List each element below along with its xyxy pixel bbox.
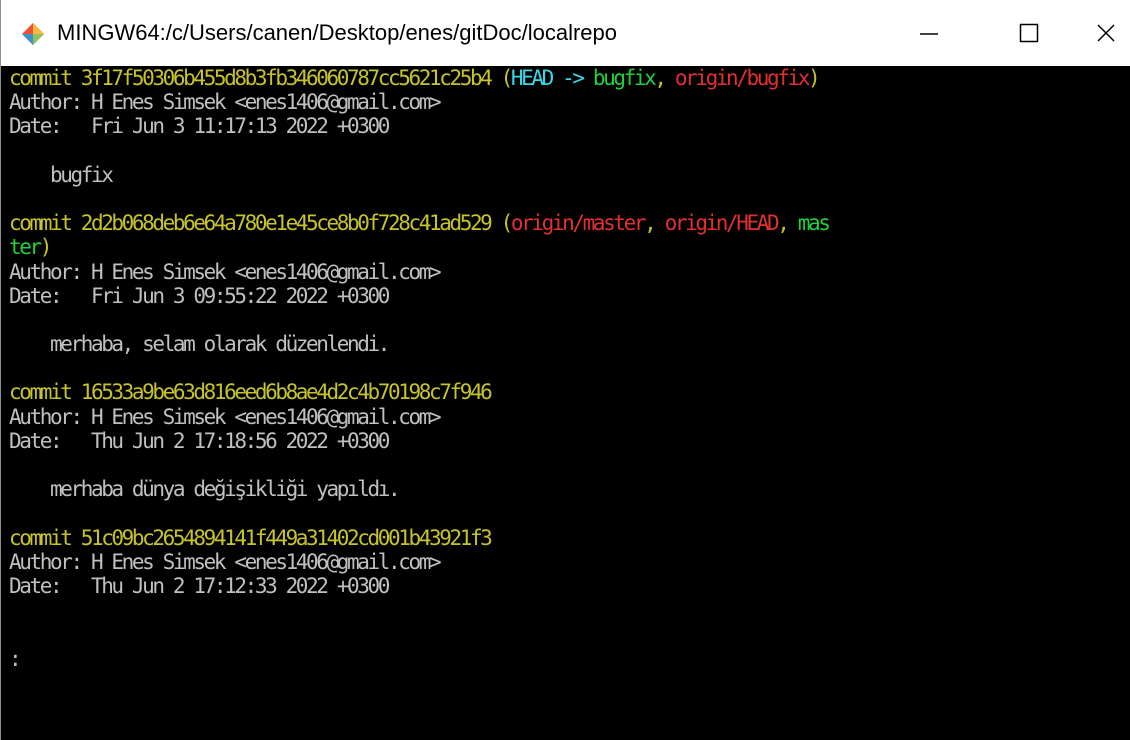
terminal-line: commit 16533a9be63d816eed6b8ae4d2c4b7019… — [9, 380, 1130, 404]
terminal-text: ) — [808, 66, 821, 90]
git-bash-icon — [21, 22, 45, 46]
terminal-text: ( — [500, 211, 514, 236]
terminal-line: commit 3f17f50306b455d8b3fb346060787cc56… — [9, 66, 1130, 90]
window-title: MINGW64:/c/Users/canen/Desktop/enes/gitD… — [57, 20, 618, 45]
terminal-text: HEAD -> — [510, 66, 593, 90]
terminal-text: commit 16533a9be63d816eed6b8ae4d2c4b7019… — [9, 380, 493, 405]
terminal-line: commit 2d2b068deb6e64a780e1e45ce8b0f728c… — [9, 211, 1130, 235]
terminal-line: Author: H Enes Simsek <enes1406@gmail.co… — [9, 260, 1130, 284]
terminal-output[interactable]: commit 3f17f50306b455d8b3fb346060787cc56… — [1, 66, 1130, 740]
terminal-text: : — [9, 646, 22, 671]
terminal-text: commit 2d2b068deb6e64a780e1e45ce8b0f728c… — [9, 211, 501, 236]
title-bar[interactable]: MINGW64:/c/Users/canen/Desktop/enes/gitD… — [1, 0, 1130, 66]
terminal-line: Author: H Enes Simsek <enes1406@gmail.co… — [9, 405, 1130, 429]
terminal-line: : — [9, 647, 1130, 671]
terminal-line: ter) — [9, 235, 1130, 259]
terminal-text: origin/bugfix — [674, 66, 811, 90]
terminal-text: , — [654, 66, 675, 90]
terminal-line: commit 51c09bc2654894141f449a31402cd001b… — [9, 526, 1130, 550]
terminal-text: mas — [797, 211, 831, 236]
terminal-line: Date: Thu Jun 2 17:12:33 2022 +0300 — [9, 574, 1130, 598]
minimize-button[interactable] — [889, 0, 969, 66]
terminal-line: Author: H Enes Simsek <enes1406@gmail.co… — [9, 550, 1130, 574]
terminal-text: ( — [500, 66, 514, 90]
terminal-line: bugfix — [9, 163, 1130, 187]
maximize-icon — [1019, 23, 1039, 43]
terminal-text: merhaba, selam olarak düzenlendi. — [9, 332, 390, 357]
terminal-text: origin/HEAD — [664, 211, 780, 236]
terminal-text: Author: H Enes Simsek <enes1406@gmail.co… — [9, 259, 442, 284]
maximize-button[interactable] — [989, 0, 1069, 66]
terminal-line: Date: Fri Jun 3 09:55:22 2022 +0300 — [9, 284, 1130, 308]
terminal-text: origin/master — [510, 211, 647, 236]
close-icon — [1097, 24, 1115, 42]
terminal-text: Date: Fri Jun 3 11:17:13 2022 +0300 — [9, 114, 390, 139]
terminal-text: Date: Thu Jun 2 17:18:56 2022 +0300 — [9, 428, 390, 453]
terminal-line: Date: Thu Jun 2 17:18:56 2022 +0300 — [9, 429, 1130, 453]
terminal-text: Date: Thu Jun 2 17:12:33 2022 +0300 — [9, 573, 390, 598]
terminal-text: bugfix — [592, 66, 657, 90]
terminal-text: Author: H Enes Simsek <enes1406@gmail.co… — [9, 404, 442, 429]
terminal-text: ter — [9, 235, 42, 260]
terminal-line: Author: H Enes Simsek <enes1406@gmail.co… — [9, 90, 1130, 114]
terminal-text: Author: H Enes Simsek <enes1406@gmail.co… — [9, 90, 442, 115]
minimize-icon — [920, 33, 938, 35]
terminal-text: Date: Fri Jun 3 09:55:22 2022 +0300 — [9, 283, 390, 308]
terminal-text: Author: H Enes Simsek <enes1406@gmail.co… — [9, 549, 442, 574]
terminal-text: ) — [39, 235, 53, 260]
terminal-text: , — [644, 211, 665, 236]
terminal-line: merhaba, selam olarak düzenlendi. — [9, 332, 1130, 356]
terminal-text: commit 51c09bc2654894141f449a31402cd001b… — [9, 525, 493, 550]
terminal-line: Date: Fri Jun 3 11:17:13 2022 +0300 — [9, 114, 1130, 138]
terminal-text: bugfix — [9, 162, 114, 187]
terminal-window: MINGW64:/c/Users/canen/Desktop/enes/gitD… — [0, 0, 1130, 740]
terminal-text: , — [777, 211, 798, 236]
terminal-text: merhaba dünya değişikliği yapıldı. — [9, 477, 401, 502]
close-button[interactable] — [1081, 0, 1130, 66]
terminal-text: commit 3f17f50306b455d8b3fb346060787cc56… — [9, 66, 501, 90]
terminal-line: merhaba dünya değişikliği yapıldı. — [9, 477, 1130, 501]
